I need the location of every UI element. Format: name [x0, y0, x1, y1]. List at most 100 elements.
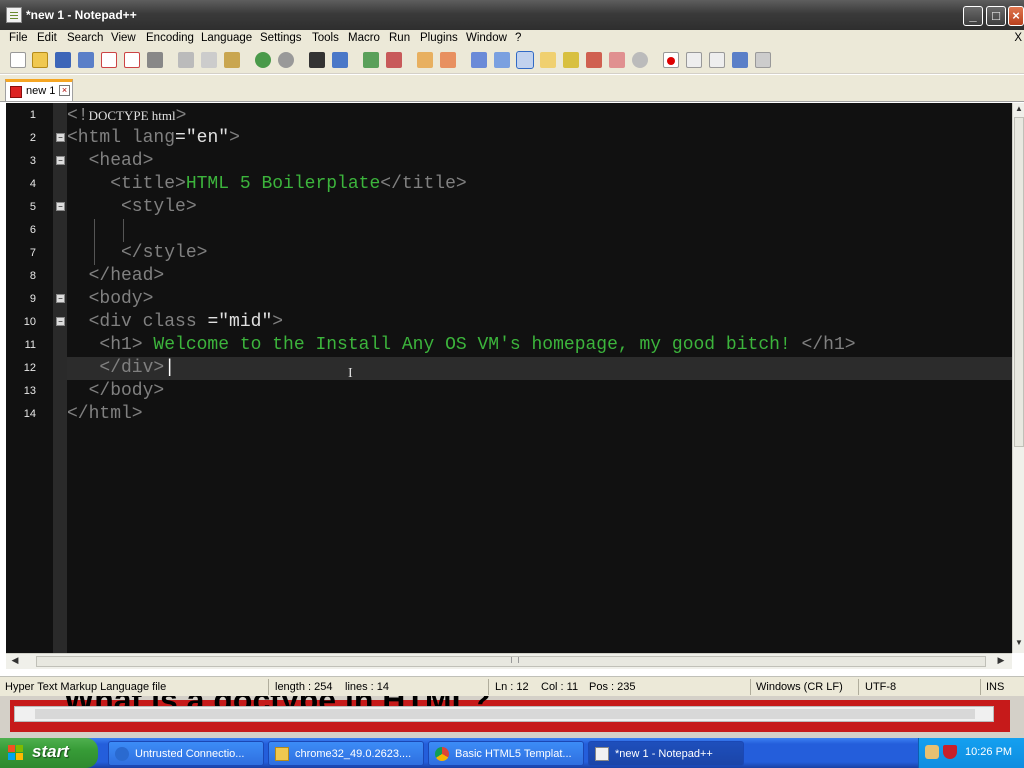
security-shield-icon[interactable] [943, 745, 957, 759]
minimize-button[interactable]: _ [963, 6, 983, 26]
paste-icon[interactable] [224, 52, 240, 68]
folder-workspace-icon[interactable] [609, 52, 625, 68]
taskbar-item-untrusted-connection[interactable]: Untrusted Connectio... [108, 741, 264, 766]
start-button[interactable]: start [0, 738, 98, 768]
menu-edit[interactable]: Edit [37, 32, 57, 44]
find-icon[interactable] [309, 52, 325, 68]
editor-area[interactable]: 1 2 3 4 5 6 7 8 9 10 11 12 13 14 − − − −… [6, 103, 1012, 653]
tab-close-icon[interactable]: × [59, 85, 70, 96]
menu-bar: File Edit Search View Encoding Language … [0, 30, 1024, 48]
menu-window[interactable]: Window [466, 32, 507, 44]
tab-new-1[interactable]: new 1 × [5, 79, 73, 101]
menu-close-document[interactable]: X [1014, 32, 1022, 44]
line-number-gutter: 1 2 3 4 5 6 7 8 9 10 11 12 13 14 [6, 103, 53, 653]
fold-collapse-icon[interactable]: − [56, 317, 65, 326]
cut-icon[interactable] [178, 52, 194, 68]
function-list-icon[interactable] [586, 52, 602, 68]
line-number: 4 [29, 178, 36, 190]
code-text[interactable]: <!DOCTYPE html> <html lang="en"> <head> … [67, 103, 1012, 653]
menu-plugins[interactable]: Plugins [420, 32, 458, 44]
doc-map-icon[interactable] [563, 52, 579, 68]
status-column: Col : 11 [541, 681, 579, 693]
run-macro-multiple-icon[interactable] [732, 52, 748, 68]
menu-help[interactable]: ? [515, 32, 521, 44]
clock[interactable]: 10:26 PM [965, 746, 1012, 758]
menu-encoding[interactable]: Encoding [146, 32, 194, 44]
stop-macro-icon[interactable] [686, 52, 702, 68]
code-line: </html> [67, 404, 143, 424]
menu-search[interactable]: Search [67, 32, 103, 44]
status-separator [980, 679, 981, 695]
maximize-button[interactable]: □ [986, 6, 1006, 26]
print-icon[interactable] [147, 52, 163, 68]
line-number: 5 [29, 201, 36, 213]
indent-guide [94, 219, 95, 265]
fold-collapse-icon[interactable]: − [56, 133, 65, 142]
fold-collapse-icon[interactable]: − [56, 202, 65, 211]
taskbar-item-notepadpp[interactable]: *new 1 - Notepad++ [588, 741, 744, 766]
status-separator [858, 679, 859, 695]
taskbar: start Untrusted Connectio... chrome32_49… [0, 738, 1024, 768]
fold-collapse-icon[interactable]: − [56, 294, 65, 303]
code-line: <style> [67, 197, 197, 217]
sync-vertical-icon[interactable] [417, 52, 433, 68]
status-length: length : 254 [275, 681, 333, 693]
indent-guide-icon[interactable] [516, 51, 534, 69]
menu-macro[interactable]: Macro [348, 32, 380, 44]
indent-guide [123, 219, 124, 242]
user-language-icon[interactable] [540, 52, 556, 68]
show-all-chars-icon[interactable] [494, 52, 510, 68]
notepadpp-app-icon[interactable] [6, 7, 22, 23]
word-wrap-icon[interactable] [471, 52, 487, 68]
vertical-scrollbar[interactable]: ▲ ▼ [1012, 103, 1024, 653]
status-position: Pos : 235 [589, 681, 636, 693]
save-icon[interactable] [55, 52, 71, 68]
menu-run[interactable]: Run [389, 32, 410, 44]
status-separator [750, 679, 751, 695]
folder-icon [275, 747, 289, 761]
replace-icon[interactable] [332, 52, 348, 68]
scroll-up-arrow-icon[interactable]: ▲ [1014, 104, 1024, 116]
windows-flag-icon [8, 745, 24, 761]
save-all-icon[interactable] [78, 52, 94, 68]
code-line: </style> [67, 243, 208, 263]
taskbar-item-browser[interactable]: Basic HTML5 Templat... [428, 741, 584, 766]
undo-icon[interactable] [255, 52, 271, 68]
fold-collapse-icon[interactable]: − [56, 156, 65, 165]
sync-horizontal-icon[interactable] [440, 52, 456, 68]
code-line: <div class ="mid"> [67, 312, 284, 332]
status-separator [268, 679, 269, 695]
menu-settings[interactable]: Settings [260, 32, 302, 44]
open-file-icon[interactable] [32, 52, 48, 68]
close-all-icon[interactable] [124, 52, 140, 68]
scroll-down-arrow-icon[interactable]: ▼ [1014, 638, 1024, 650]
scroll-left-arrow-icon[interactable]: ◀ [8, 655, 22, 668]
toolbar [0, 48, 1024, 74]
close-button[interactable]: × [1008, 6, 1024, 26]
play-macro-icon[interactable] [709, 52, 725, 68]
close-file-icon[interactable] [101, 52, 117, 68]
menu-tools[interactable]: Tools [312, 32, 339, 44]
zoom-in-icon[interactable] [363, 52, 379, 68]
redo-icon[interactable] [278, 52, 294, 68]
taskbar-item-chrome-folder[interactable]: chrome32_49.0.2623.... [268, 741, 424, 766]
network-tray-icon[interactable] [925, 745, 939, 759]
vertical-scroll-thumb[interactable] [1014, 117, 1024, 447]
copy-icon[interactable] [201, 52, 217, 68]
new-file-icon[interactable] [10, 52, 26, 68]
line-number: 12 [23, 362, 36, 374]
monitoring-icon[interactable] [632, 52, 648, 68]
scroll-right-arrow-icon[interactable]: ▶ [994, 655, 1008, 668]
menu-file[interactable]: File [9, 32, 28, 44]
menu-language[interactable]: Language [201, 32, 252, 44]
status-bar: Hyper Text Markup Language file length :… [0, 676, 1024, 696]
ie-icon [115, 747, 129, 761]
menu-view[interactable]: View [111, 32, 136, 44]
horizontal-scrollbar[interactable]: ◀ ▶ [6, 653, 1012, 669]
zoom-out-icon[interactable] [386, 52, 402, 68]
save-macro-icon[interactable] [755, 52, 771, 68]
background-scroll-thumb[interactable] [35, 709, 975, 719]
line-number: 3 [29, 155, 36, 167]
background-scrollbar[interactable] [14, 706, 994, 722]
line-number: 2 [29, 132, 36, 144]
